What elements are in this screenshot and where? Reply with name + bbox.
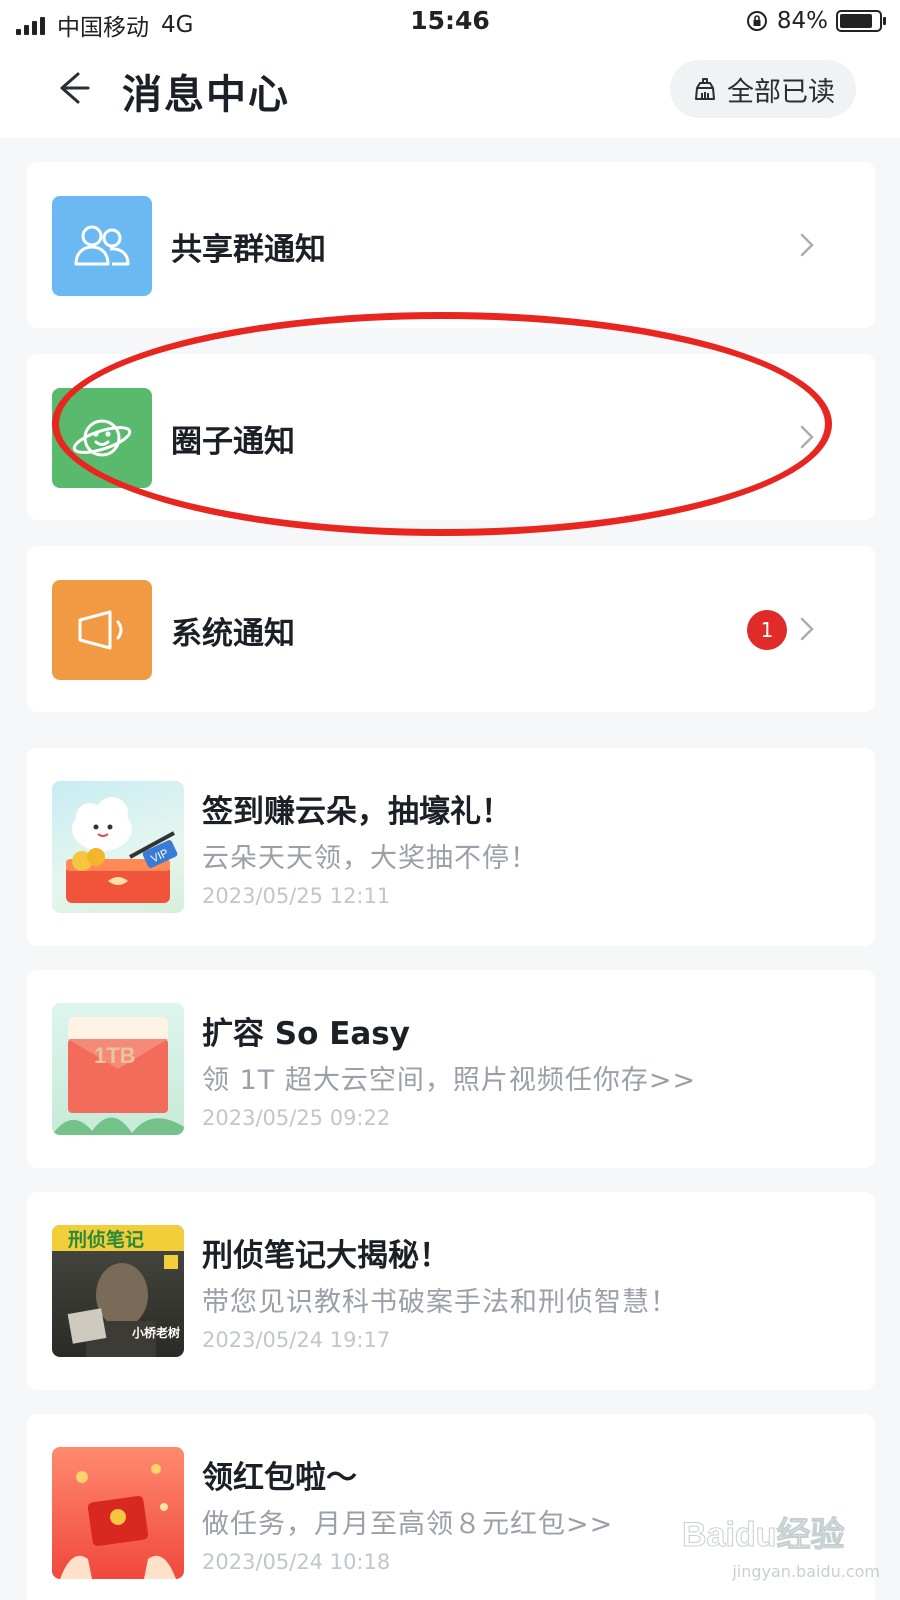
category-shared-group[interactable]: 共享群通知	[27, 162, 875, 328]
message-title: 刑侦笔记大揭秘！	[202, 1238, 450, 1274]
broom-icon	[695, 78, 715, 100]
chevron-right-icon	[800, 233, 814, 257]
battery-percent: 84%	[776, 8, 828, 34]
battery-icon	[836, 10, 886, 32]
baidu-watermark: Baidu经验 jingyan.baidu.com	[680, 1508, 881, 1588]
chevron-right-icon	[800, 617, 814, 641]
message-time: 2023/05/25 12:11	[202, 884, 391, 908]
mark-all-read-label: 全部已读	[727, 76, 835, 108]
message-time: 2023/05/24 10:18	[202, 1550, 391, 1574]
baidu-logo-icon: Baidu经验	[682, 1515, 845, 1555]
back-arrow-icon[interactable]	[52, 66, 96, 110]
thumb-book-title: 刑侦笔记	[68, 1228, 144, 1251]
battery-fill	[840, 14, 872, 28]
thumb-1tb-text: 1TB	[94, 1043, 136, 1068]
message-subtitle: 带您见识教科书破案手法和刑侦智慧！	[202, 1287, 678, 1318]
promo-thumbnail: 1TB	[52, 1003, 184, 1135]
message-time: 2023/05/24 19:17	[202, 1328, 391, 1352]
unread-badge: 1	[747, 610, 787, 650]
message-title: 领红包啦～	[202, 1460, 357, 1496]
mark-all-read-button[interactable]: 全部已读	[670, 60, 856, 118]
message-item[interactable]: 1TB 扩容 So Easy 领 1T 超大云空间，照片视频任你存>> 2023…	[27, 970, 875, 1168]
status-right: 84%	[745, 8, 886, 34]
book-cover-thumbnail: 刑侦笔记 小桥老树	[52, 1225, 184, 1357]
category-system[interactable]: 系统通知 1	[27, 546, 875, 712]
message-item[interactable]: VIP 签到赚云朵，抽壕礼！ 云朵天天领，大奖抽不停！ 2023/05/25 1…	[27, 748, 875, 946]
status-bar: 中国移动 4G 15:46 84%	[0, 0, 900, 46]
message-title: 扩容 So Easy	[202, 1016, 410, 1052]
circle-planet-icon	[52, 388, 152, 488]
app-header: 消息中心 全部已读	[0, 46, 900, 138]
message-time: 2023/05/25 09:22	[202, 1106, 391, 1130]
watermark-url: jingyan.baidu.com	[732, 1562, 880, 1581]
message-title: 签到赚云朵，抽壕礼！	[202, 794, 512, 830]
message-item[interactable]: 刑侦笔记 小桥老树 刑侦笔记大揭秘！ 带您见识教科书破案手法和刑侦智慧！ 202…	[27, 1192, 875, 1390]
message-subtitle: 云朵天天领，大奖抽不停！	[202, 843, 538, 874]
red-packet-thumbnail	[52, 1447, 184, 1579]
orientation-lock-icon	[746, 11, 767, 31]
message-subtitle: 领 1T 超大云空间，照片视频任你存>>	[202, 1065, 697, 1096]
thumb-author: 小桥老树	[132, 1325, 180, 1340]
category-circle[interactable]: 圈子通知	[27, 354, 875, 520]
category-label: 系统通知	[171, 616, 295, 652]
page-title: 消息中心	[122, 72, 290, 118]
speaker-icon	[52, 580, 152, 680]
shared-group-icon	[52, 196, 152, 296]
chevron-right-icon	[800, 425, 814, 449]
category-label: 共享群通知	[171, 232, 326, 268]
category-label: 圈子通知	[171, 424, 295, 460]
watermark-brand: Baidu经验	[682, 1515, 844, 1554]
promo-thumbnail: VIP	[52, 781, 184, 913]
message-subtitle: 做任务，月月至高领８元红包>>	[202, 1509, 614, 1540]
